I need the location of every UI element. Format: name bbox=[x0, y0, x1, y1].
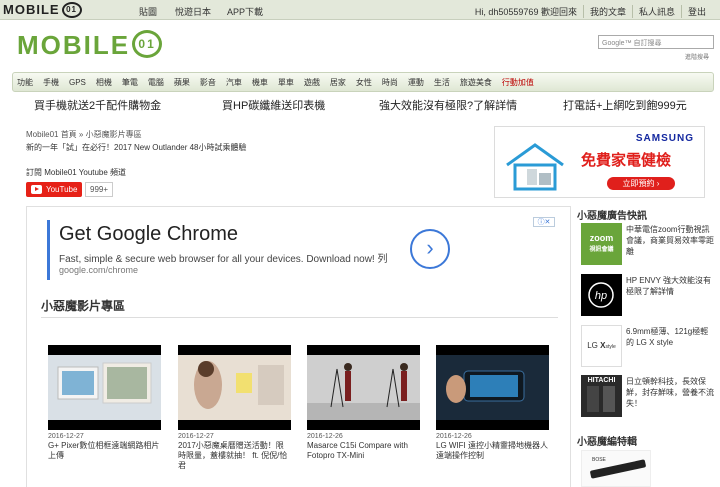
svg-text:hp: hp bbox=[595, 290, 607, 302]
site-logo-small[interactable]: MOBILE 01 bbox=[3, 2, 82, 18]
logout-link[interactable]: 登出 bbox=[680, 5, 712, 18]
category-nav: 功能 手機 GPS 相機 筆電 電腦 蘋果 影音 汽車 機車 單車 遊戲 居家 … bbox=[12, 72, 714, 92]
category-item[interactable]: 汽車 bbox=[226, 77, 242, 88]
category-item[interactable]: 筆電 bbox=[122, 77, 138, 88]
promo-bar: 買手機就送2千配件購物金 買HP碳纖維送印表機 強大效能沒有極限?了解詳情 打電… bbox=[0, 97, 720, 115]
house-icon bbox=[506, 143, 564, 191]
samsung-logo: SAMSUNG bbox=[635, 133, 694, 144]
category-item[interactable]: 居家 bbox=[330, 77, 346, 88]
svg-text:BOSE: BOSE bbox=[592, 457, 607, 463]
hp-logo: hp bbox=[581, 274, 622, 316]
category-item-highlight[interactable]: 行動加值 bbox=[502, 77, 534, 88]
adchoices-icon[interactable]: ⓘ✕ bbox=[533, 217, 555, 227]
category-item[interactable]: 影音 bbox=[200, 77, 216, 88]
category-item[interactable]: 單車 bbox=[278, 77, 294, 88]
nav-link-app[interactable]: APP下載 bbox=[227, 5, 263, 18]
ad-url[interactable]: google.com/chrome bbox=[59, 265, 138, 275]
video-title[interactable]: 2017小惡魔桌曆贈送活動！限時限量，蓋樓就抽！ ft. 倪倪/恰君 bbox=[178, 441, 291, 471]
sidebar-ad-item[interactable]: HITACHI 日立頓幹科技，長效保鮮，封存鮮味，營養不流失！ bbox=[581, 375, 714, 417]
top-bar: MOBILE 01 貼圖 悅遊日本 APP下載 Hi, dh50559769 歡迎… bbox=[0, 0, 720, 20]
category-item[interactable]: 生活 bbox=[434, 77, 450, 88]
category-item[interactable]: 相機 bbox=[96, 77, 112, 88]
ad-description: Fast, simple & secure web browser for al… bbox=[59, 254, 388, 265]
google-chrome-ad[interactable]: Get Google Chrome Fast, simple & secure … bbox=[47, 220, 557, 280]
sidebar-ad-item[interactable]: hp HP ENVY 強大效能沒有極限了解詳情 bbox=[581, 274, 714, 316]
category-item[interactable]: 時尚 bbox=[382, 77, 398, 88]
sidebar-ad-text[interactable]: 中華電信zoom行動視訊會議，商業貿易效率零距離 bbox=[626, 224, 714, 257]
video-title[interactable]: LG WIFI 遠控小精靈掃地機器人遠端操作控制 bbox=[436, 441, 549, 461]
user-links: Hi, dh50559769 歡迎回來 我的文章 私人訊息 登出 bbox=[469, 5, 712, 18]
sidebar-ad-item[interactable]: zoom 視訊會議 中華電信zoom行動視訊會議，商業貿易效率零距離 bbox=[581, 223, 714, 265]
hitachi-logo: HITACHI bbox=[581, 375, 622, 417]
subscriber-count: 999+ bbox=[85, 182, 114, 197]
promo-link[interactable]: 買手機就送2千配件購物金 bbox=[34, 97, 161, 113]
video-card[interactable]: 2016-12-26 LG WIFI 遠控小精靈掃地機器人遠端操作控制 bbox=[436, 345, 549, 461]
ad-headline: 免費家電健檢 bbox=[581, 152, 672, 169]
promo-link[interactable]: 強大效能沒有極限?了解詳情 bbox=[379, 97, 517, 113]
category-item[interactable]: 運動 bbox=[408, 77, 424, 88]
zoom-logo: zoom 視訊會議 bbox=[581, 223, 622, 265]
sidebar-ad-text[interactable]: HP ENVY 強大效能沒有極限了解詳情 bbox=[626, 275, 714, 297]
category-item[interactable]: 女性 bbox=[356, 77, 372, 88]
divider bbox=[41, 317, 558, 318]
sidebar-ad-text[interactable]: 6.9mm極薄、121g極輕的 LG X style bbox=[626, 326, 714, 348]
video-card[interactable]: 2016-12-27 2017小惡魔桌曆贈送活動！限時限量，蓋樓就抽！ ft. … bbox=[178, 345, 291, 471]
advanced-search-link[interactable]: 進階搜尋 bbox=[685, 52, 709, 61]
video-title[interactable]: Masarce C15i Compare with Fotopro TX-Min… bbox=[307, 441, 420, 461]
featured-link[interactable]: 新的一年「試」在必行！2017 New Outlander 48小時試乘體驗 bbox=[26, 142, 247, 153]
youtube-play-icon bbox=[31, 185, 42, 194]
search-input[interactable]: Google™ 自訂搜尋 bbox=[598, 35, 714, 49]
promo-link[interactable]: 買HP碳纖維送印表機 bbox=[222, 97, 325, 113]
sidebar-ads-title: 小惡魔廣告快訊 bbox=[577, 211, 647, 222]
category-item[interactable]: 蘋果 bbox=[174, 77, 190, 88]
category-item[interactable]: 遊戲 bbox=[304, 77, 320, 88]
category-item[interactable]: 電腦 bbox=[148, 77, 164, 88]
lg-logo: LG Xstyle bbox=[581, 325, 622, 367]
main-panel: Get Google Chrome Fast, simple & secure … bbox=[26, 206, 571, 487]
video-title[interactable]: G+ Pixer數位相框遠端網路相片上傳 bbox=[48, 441, 161, 461]
nav-link-japan[interactable]: 悅遊日本 bbox=[175, 5, 211, 18]
sidebar-ad-item[interactable]: LG Xstyle 6.9mm極薄、121g極輕的 LG X style bbox=[581, 325, 714, 367]
video-thumbnail[interactable] bbox=[436, 345, 549, 430]
video-card[interactable]: 2016-12-27 G+ Pixer數位相框遠端網路相片上傳 bbox=[48, 345, 161, 461]
section-title: 小惡魔影片專區 bbox=[41, 299, 126, 313]
category-item[interactable]: GPS bbox=[69, 78, 86, 87]
category-item[interactable]: 功能 bbox=[17, 77, 33, 88]
video-thumbnail[interactable] bbox=[307, 345, 420, 430]
private-messages-link[interactable]: 私人訊息 bbox=[631, 5, 681, 18]
ad-title[interactable]: Get Google Chrome bbox=[59, 223, 238, 246]
youtube-subscribe-button[interactable]: YouTube bbox=[26, 182, 82, 197]
my-articles-link[interactable]: 我的文章 bbox=[582, 5, 632, 18]
sidebar-ad-text[interactable]: 日立頓幹科技，長效保鮮，封存鮮味，營養不流失！ bbox=[626, 376, 714, 409]
chevron-right-icon[interactable]: › bbox=[410, 229, 450, 269]
sidebar-special-title: 小惡魔編特輯 bbox=[577, 437, 637, 448]
video-date: 2016-12-27 bbox=[48, 433, 84, 440]
reserve-button[interactable]: 立即預約 › bbox=[607, 177, 675, 190]
samsung-ad-banner[interactable]: SAMSUNG 免費家電健檢 立即預約 › bbox=[494, 126, 705, 198]
video-date: 2016-12-26 bbox=[436, 433, 472, 440]
breadcrumb[interactable]: Mobile01 首頁 » 小惡魔影片專區 bbox=[26, 129, 142, 140]
video-card[interactable]: 2016-12-26 Masarce C15i Compare with Fot… bbox=[307, 345, 420, 461]
video-thumbnail[interactable] bbox=[178, 345, 291, 430]
site-logo[interactable]: MOBILE 01 bbox=[17, 30, 163, 61]
subscribe-label: 訂閱 Mobile01 Youtube 頻道 bbox=[26, 168, 127, 177]
category-item[interactable]: 手機 bbox=[43, 77, 59, 88]
header: MOBILE 01 Google™ 自訂搜尋 進階搜尋 bbox=[0, 20, 720, 72]
nav-link-stickers[interactable]: 貼圖 bbox=[139, 5, 157, 18]
video-thumbnail[interactable] bbox=[48, 345, 161, 430]
video-date: 2016-12-27 bbox=[178, 433, 214, 440]
user-greeting[interactable]: Hi, dh50559769 歡迎回來 bbox=[469, 5, 583, 18]
special-thumbnail[interactable]: BOSE bbox=[581, 450, 651, 487]
category-item[interactable]: 機車 bbox=[252, 77, 268, 88]
video-date: 2016-12-26 bbox=[307, 433, 343, 440]
category-item[interactable]: 旅遊美食 bbox=[460, 77, 492, 88]
promo-link[interactable]: 打電話+上網吃到飽999元 bbox=[563, 97, 687, 113]
